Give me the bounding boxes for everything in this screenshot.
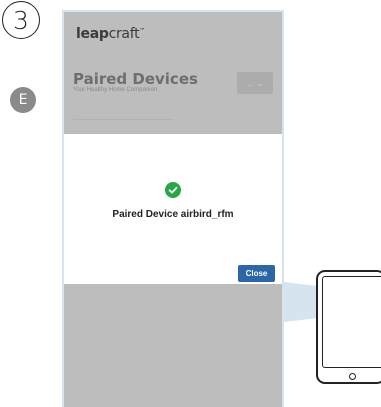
tablet-home-button (349, 373, 356, 380)
logo-bold-text: leap (76, 26, 109, 42)
dropdown-label: ... (246, 78, 254, 88)
logo-trademark: ™ (139, 27, 145, 35)
modal-message: Paired Device airbird_rfm (112, 209, 234, 220)
step-number-badge: 3 (2, 1, 40, 39)
check-circle-icon (165, 182, 181, 198)
header-divider (73, 119, 173, 120)
phone-frame: leapcraft™ Paired Devices Your Healthy H… (62, 10, 284, 407)
page-title: Paired Devices (73, 70, 198, 88)
tablet-illustration (316, 270, 381, 384)
page-subtitle: Your Healthy Home Companion (73, 87, 158, 93)
modal-backdrop (64, 284, 282, 407)
app-header-background: leapcraft™ Paired Devices Your Healthy H… (64, 12, 282, 134)
paired-device-modal: Paired Device airbird_rfm Close (64, 134, 282, 284)
close-button[interactable]: Close (238, 265, 275, 282)
step-marker-badge: E (10, 87, 36, 113)
tablet-screen (322, 276, 381, 368)
chevron-down-icon: ⌄ (256, 78, 264, 88)
menu-dropdown[interactable]: ... ⌄ (237, 72, 273, 94)
logo-light-text: craft (108, 26, 140, 42)
leapcraft-logo: leapcraft™ (76, 26, 145, 42)
